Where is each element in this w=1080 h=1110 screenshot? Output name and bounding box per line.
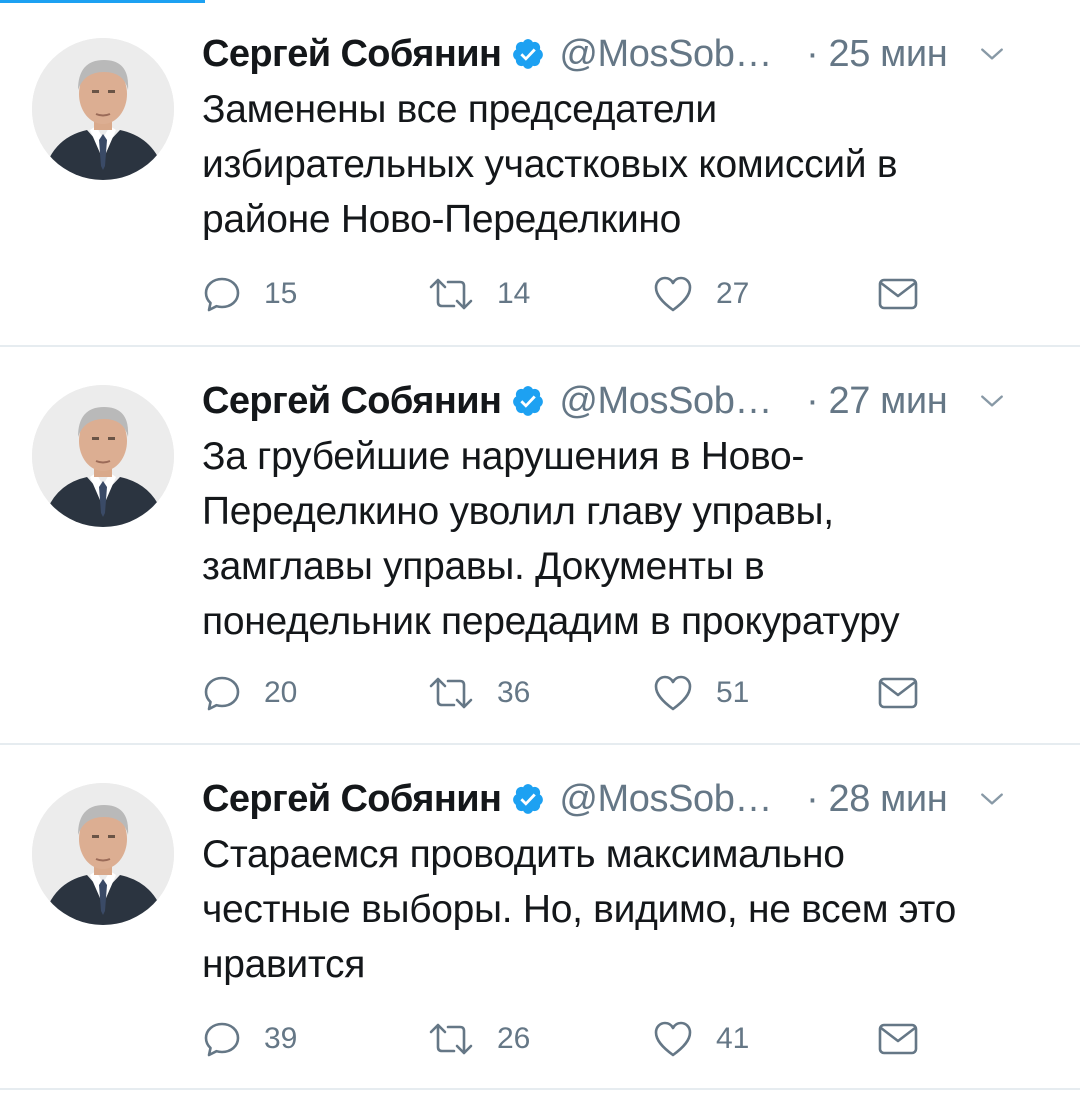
author-name[interactable]: Сергей Собянин [202, 778, 502, 821]
caret-down-icon[interactable] [979, 388, 1005, 414]
tweet[interactable]: Сергей Собянин @MosSob… · 27 мин За груб… [0, 347, 1080, 745]
verified-badge-icon [513, 39, 544, 69]
author-handle[interactable]: @MosSob… [559, 33, 772, 76]
like-count: 41 [716, 1022, 750, 1055]
tweet-text: За грубейшие нарушения в Ново- Переделки… [202, 435, 900, 643]
tweet-header: Сергей Собянин @MosSob… · 25 мин [202, 26, 1056, 82]
like-count: 51 [716, 676, 750, 709]
timeline: Сергей Собянин @MosSob… · 25 мин Заменен… [0, 0, 1080, 1090]
verified-badge-icon [513, 386, 544, 416]
retweet-button[interactable]: 14 [427, 274, 652, 314]
direct-message-icon [878, 677, 918, 709]
tweet[interactable]: Сергей Собянин @MosSob… · 25 мин Заменен… [0, 0, 1080, 347]
retweet-icon [429, 278, 473, 310]
like-icon [654, 675, 692, 711]
tweet-header: Сергей Собянин @MosSob… · 27 мин [202, 373, 1056, 429]
like-button[interactable]: 41 [652, 1019, 877, 1059]
author-name[interactable]: Сергей Собянин [202, 380, 502, 423]
author-name[interactable]: Сергей Собянин [202, 33, 502, 76]
reply-button[interactable]: 39 [202, 1019, 427, 1059]
tweet-text: Заменены все председатели избирательных … [202, 88, 898, 241]
avatar[interactable] [32, 385, 174, 527]
reply-icon [204, 676, 240, 711]
direct-message-button[interactable] [877, 1021, 937, 1057]
reply-count: 39 [264, 1022, 298, 1055]
avatar[interactable] [32, 38, 174, 180]
tweet-timestamp[interactable]: · 27 мин [806, 380, 948, 423]
reply-icon [204, 277, 240, 312]
retweet-icon [429, 1023, 473, 1055]
like-button[interactable]: 27 [652, 274, 877, 314]
tweet-actions: 39 26 41 [202, 1017, 937, 1061]
reply-icon [204, 1022, 240, 1057]
reply-count: 20 [264, 676, 298, 709]
avatar[interactable] [32, 783, 174, 925]
like-button[interactable]: 51 [652, 673, 877, 713]
like-count: 27 [716, 277, 750, 310]
author-handle[interactable]: @MosSob… [559, 778, 772, 821]
reply-button[interactable]: 15 [202, 274, 427, 314]
tweet-header: Сергей Собянин @MosSob… · 28 мин [202, 771, 1056, 827]
direct-message-button[interactable] [877, 675, 937, 711]
tweet-text: Стараемся проводить максимально честные … [202, 833, 957, 986]
retweet-count: 36 [497, 676, 531, 709]
tweet-actions: 15 14 27 [202, 272, 937, 316]
retweet-count: 26 [497, 1022, 531, 1055]
tweet-timestamp[interactable]: · 28 мин [806, 778, 948, 821]
retweet-count: 14 [497, 277, 531, 310]
retweet-button[interactable]: 36 [427, 673, 652, 713]
tweet-actions: 20 36 51 [202, 671, 937, 715]
direct-message-icon [878, 278, 918, 310]
verified-badge-icon [513, 784, 544, 814]
tweet-timestamp[interactable]: · 25 мин [806, 33, 948, 76]
direct-message-button[interactable] [877, 276, 937, 312]
like-icon [654, 276, 692, 312]
retweet-icon [429, 677, 473, 709]
like-icon [654, 1021, 692, 1057]
reply-count: 15 [264, 277, 298, 310]
direct-message-icon [878, 1023, 918, 1055]
caret-down-icon[interactable] [979, 786, 1005, 812]
reply-button[interactable]: 20 [202, 673, 427, 713]
tweet[interactable]: Сергей Собянин @MosSob… · 28 мин Стараем… [0, 745, 1080, 1090]
caret-down-icon[interactable] [979, 41, 1005, 67]
retweet-button[interactable]: 26 [427, 1019, 652, 1059]
author-handle[interactable]: @MosSob… [559, 380, 772, 423]
